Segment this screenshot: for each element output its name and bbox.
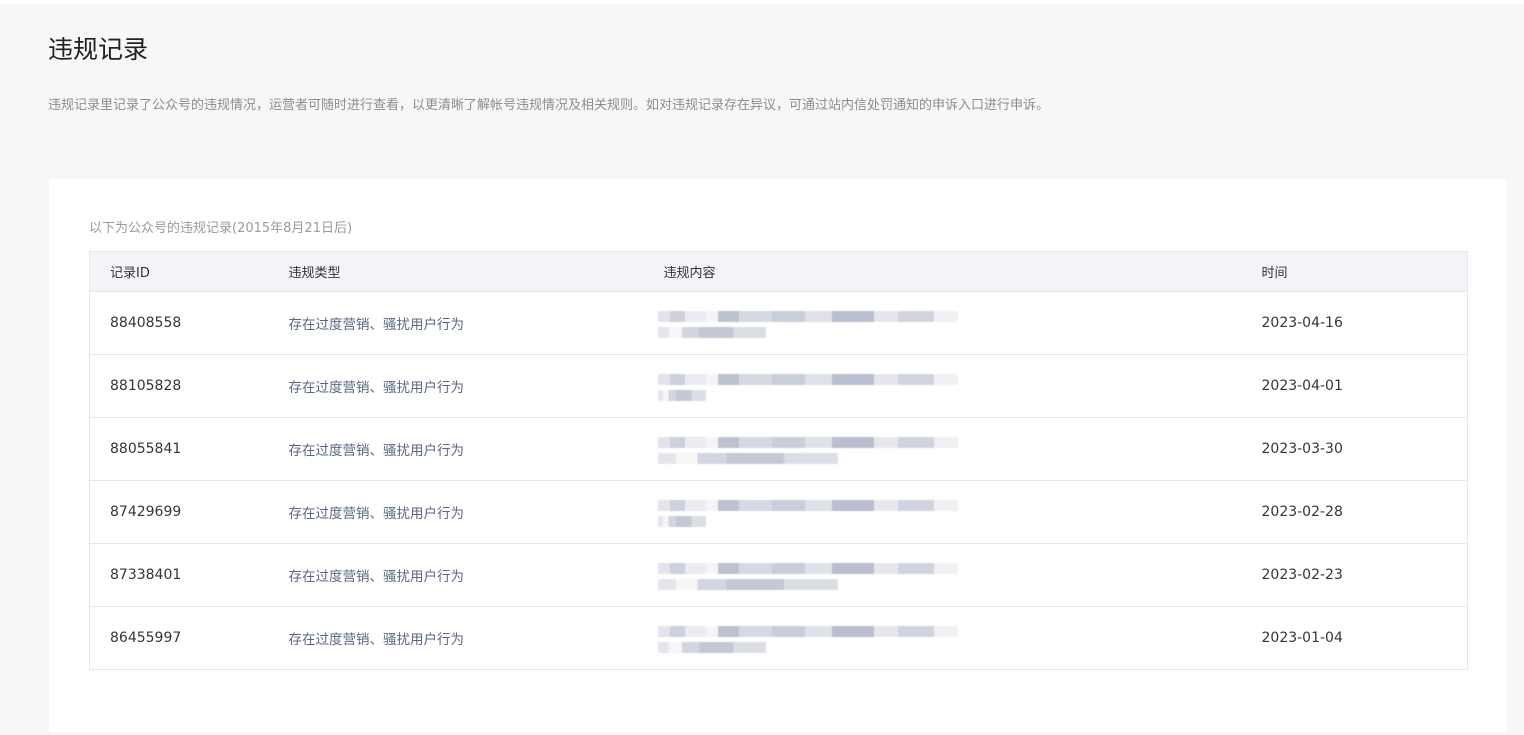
violation-type-cell: 存在过度营销、骚扰用户行为 — [268, 417, 644, 481]
redacted-line — [657, 390, 706, 401]
record-id-cell: 88408558 — [89, 291, 269, 355]
violation-content-cell — [643, 480, 1242, 544]
violation-records-page: 违规记录 违规记录里记录了公众号的违规情况，运营者可随时进行查看，以更清晰了解帐… — [0, 0, 1524, 735]
time-cell: 2023-02-23 — [1241, 543, 1468, 607]
redacted-line — [657, 626, 958, 637]
page-description: 违规记录里记录了公众号的违规情况，运营者可随时进行查看，以更清晰了解帐号违规情况… — [48, 98, 1050, 113]
table-header-row: 记录ID 违规类型 违规内容 时间 — [89, 251, 1468, 292]
redacted-line — [657, 374, 958, 385]
redacted-line — [657, 500, 958, 511]
redacted-line — [657, 453, 838, 464]
table-row: 87338401 存在过度营销、骚扰用户行为 2023-02-23 — [89, 543, 1468, 607]
column-header-violation-type: 违规类型 — [268, 251, 644, 292]
redacted-line — [657, 579, 838, 590]
redacted-content — [657, 620, 958, 656]
violation-content-cell — [644, 607, 1242, 670]
redacted-content — [657, 431, 958, 467]
record-id-cell: 87429699 — [89, 480, 269, 544]
column-header-violation-content: 违规内容 — [643, 251, 1242, 292]
violation-records-table: 记录ID 违规类型 违规内容 时间 88408558 存在过度营销、骚扰用户行为 — [89, 251, 1468, 670]
time-cell: 2023-04-01 — [1241, 354, 1468, 418]
page-title: 违规记录 — [48, 35, 149, 64]
redacted-line — [657, 311, 958, 322]
redacted-line — [657, 437, 958, 448]
table-row: 88105828 存在过度营销、骚扰用户行为 2023-04-01 — [89, 354, 1468, 418]
violation-content-cell — [643, 354, 1242, 418]
violation-content-cell — [643, 417, 1242, 481]
violation-type-cell: 存在过度营销、骚扰用户行为 — [268, 291, 644, 355]
table-row: 88055841 存在过度营销、骚扰用户行为 2023-03-30 — [89, 417, 1468, 481]
time-cell: 2023-04-16 — [1241, 291, 1468, 355]
redacted-line — [657, 516, 706, 527]
record-id-cell: 86455997 — [110, 630, 182, 646]
time-cell: 2023-02-28 — [1241, 480, 1468, 544]
violation-type-cell: 存在过度营销、骚扰用户行为 — [288, 632, 465, 648]
violation-content-cell — [643, 543, 1242, 607]
violation-type-cell: 存在过度营销、骚扰用户行为 — [268, 543, 644, 607]
record-id-cell: 88105828 — [89, 354, 269, 418]
column-header-time: 时间 — [1241, 251, 1468, 292]
redacted-line — [657, 327, 766, 338]
redacted-content — [657, 494, 958, 530]
column-header-record-id: 记录ID — [89, 251, 269, 292]
time-cell: 2023-03-30 — [1241, 417, 1468, 481]
redacted-content — [657, 368, 958, 404]
records-card: 以下为公众号的违规记录(2015年8月21日后) 记录ID 违规类型 违规内容 … — [49, 179, 1507, 732]
record-id-cell: 88055841 — [89, 417, 269, 481]
table-row: 86455997 存在过度营销、骚扰用户行为 2023-01-04 — [90, 607, 1468, 670]
redacted-line — [657, 642, 766, 653]
violation-type-cell: 存在过度营销、骚扰用户行为 — [268, 480, 644, 544]
top-strip — [0, 0, 1524, 4]
violation-type-cell: 存在过度营销、骚扰用户行为 — [268, 354, 644, 418]
redacted-content — [657, 557, 958, 593]
table-row: 87429699 存在过度营销、骚扰用户行为 2023-02-28 — [89, 480, 1468, 544]
table-row: 88408558 存在过度营销、骚扰用户行为 2023-04-16 — [89, 291, 1468, 355]
time-cell: 2023-01-04 — [1261, 630, 1343, 646]
redacted-content — [657, 305, 958, 341]
violation-content-cell — [643, 291, 1242, 355]
redacted-line — [657, 563, 958, 574]
records-subtitle: 以下为公众号的违规记录(2015年8月21日后) — [89, 221, 353, 236]
record-id-cell: 87338401 — [89, 543, 269, 607]
